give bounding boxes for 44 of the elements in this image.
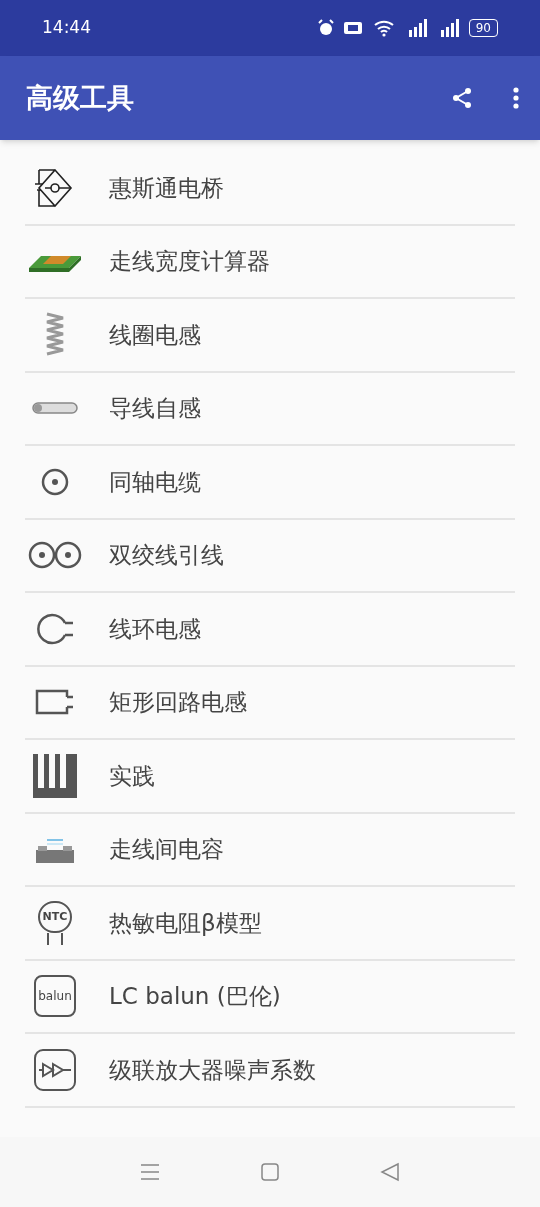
tool-list-item[interactable]: 实践 xyxy=(25,740,515,814)
more-options-icon[interactable] xyxy=(512,86,520,110)
clock: 14:44 xyxy=(42,16,91,40)
menu-icon[interactable] xyxy=(140,1163,161,1181)
tool-name: 惠斯通电桥 xyxy=(109,173,224,203)
tool-list-item[interactable]: 导线自感 xyxy=(25,372,515,446)
share-icon[interactable] xyxy=(450,86,474,110)
tool-list-item[interactable]: 同轴电缆 xyxy=(25,446,515,520)
tool-name: LC balun (巴伦) xyxy=(109,982,281,1011)
tool-name: 走线宽度计算器 xyxy=(109,247,270,276)
tool-list-item[interactable]: 线环电感 xyxy=(25,593,515,667)
screen-title: 高级工具 xyxy=(26,80,134,115)
tool-name: 双绞线引线 xyxy=(109,541,224,570)
tool-name: 级联放大器噪声系数 xyxy=(109,1055,316,1085)
tool-name: 走线间电容 xyxy=(109,835,224,864)
tool-name: 实践 xyxy=(109,761,155,791)
twin-lead-icon xyxy=(28,541,82,570)
balun-icon: balun xyxy=(34,975,76,1018)
wire-loop-icon xyxy=(35,611,75,646)
tool-name: 导线自感 xyxy=(109,394,201,423)
tool-list-item[interactable]: 惠斯通电桥 xyxy=(25,152,515,226)
tool-list-item[interactable]: 走线间电容 xyxy=(25,813,515,887)
wire-icon xyxy=(32,402,78,415)
hd-icon xyxy=(342,20,365,36)
heatsink-icon xyxy=(33,753,77,798)
alarm-icon xyxy=(316,19,335,37)
tool-list-item[interactable]: NTC 热敏电阻β模型 xyxy=(25,887,515,961)
back-icon[interactable] xyxy=(379,1162,400,1182)
tool-name: 热敏电阻β模型 xyxy=(109,908,262,938)
tool-list-item[interactable]: balun LC balun (巴伦) xyxy=(25,960,515,1034)
rectangular-loop-icon xyxy=(35,689,75,716)
battery-indicator: 90 xyxy=(468,19,498,37)
tool-name: 矩形回路电感 xyxy=(109,688,247,717)
amplifier-chain-icon xyxy=(33,1047,77,1092)
tool-name: 同轴电缆 xyxy=(109,467,201,497)
tool-list-item[interactable]: 矩形回路电感 xyxy=(25,666,515,740)
tool-list-item[interactable]: 走线宽度计算器 xyxy=(25,225,515,299)
tool-list-item[interactable]: 双绞线引线 xyxy=(25,519,515,593)
tool-list-item[interactable]: 线圈电感 xyxy=(25,299,515,373)
tool-name: 线环电感 xyxy=(109,614,201,644)
tool-name: 线圈电感 xyxy=(109,320,201,350)
home-icon[interactable] xyxy=(261,1163,279,1181)
tool-list-item[interactable]: 级联放大器噪声系数 xyxy=(25,1034,515,1108)
coaxial-cable-icon xyxy=(41,467,69,496)
